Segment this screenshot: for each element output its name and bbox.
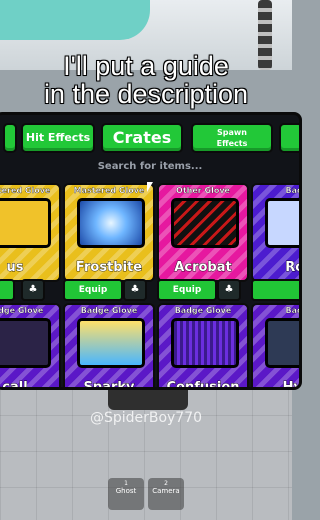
glove-image xyxy=(0,318,51,368)
glove-type: Mastered Glove xyxy=(73,186,145,195)
hud-key: 1 xyxy=(124,480,128,487)
acrobat-image xyxy=(171,198,239,248)
glove-type: Other Glove xyxy=(176,186,230,195)
hud-key: 2 xyxy=(164,480,168,487)
equip-label: Equip xyxy=(172,285,202,295)
equip-button[interactable] xyxy=(0,279,15,301)
category-tabs: Hit Effects Crates Spawn Effects xyxy=(0,123,299,153)
glove-type: Badg xyxy=(285,186,299,195)
search-placeholder: Search for items... xyxy=(97,161,203,172)
tab-effects-label: Effects xyxy=(216,139,248,148)
frostbite-image xyxy=(77,198,145,248)
search-input[interactable]: Search for items... xyxy=(7,161,293,177)
sparky-image xyxy=(77,318,145,368)
badge-icon[interactable]: ♣ xyxy=(123,279,147,301)
roj-image xyxy=(265,198,299,248)
hyb-image xyxy=(265,318,299,368)
glove-card[interactable]: Badge Glove call xyxy=(0,303,61,390)
tab-hit-effects[interactable]: Hit Effects xyxy=(21,123,95,153)
equip-button-roj[interactable] xyxy=(251,279,299,301)
equip-button-frostbite[interactable]: Equip xyxy=(63,279,123,301)
glove-name: Confusion xyxy=(166,380,240,390)
hud-ghost-button[interactable]: 1 Ghost xyxy=(108,478,144,510)
glove-type: Badge Glove xyxy=(80,306,138,315)
glove-card[interactable]: Mastered Glove us xyxy=(0,183,61,282)
hud-label: Ghost xyxy=(115,487,137,495)
tab-partial-right[interactable] xyxy=(279,123,299,153)
glove-name: us xyxy=(6,260,24,276)
glove-type: Badge Glove xyxy=(0,306,44,315)
glove-type: Badg xyxy=(285,306,299,315)
caption-line-2: in the description xyxy=(43,79,249,109)
glove-name: Sparky xyxy=(83,380,135,390)
tab-partial[interactable] xyxy=(3,123,17,153)
tab-crates-label: Crates xyxy=(112,128,172,147)
mouse-cursor-icon xyxy=(147,182,153,192)
glove-name: call xyxy=(2,380,28,390)
glove-name: Frostbite xyxy=(75,260,143,276)
caption-line-1: I'll put a guide xyxy=(63,51,230,81)
glove-image xyxy=(0,198,51,248)
tab-spawn-label: Spawn xyxy=(217,128,247,137)
glove-card-confusion[interactable]: Badge Glove Confusion xyxy=(157,303,249,390)
equip-label: Equip xyxy=(78,285,108,295)
inventory-panel: Hit Effects Crates Spawn Effects Search … xyxy=(0,112,302,390)
watermark: @SpiderBoy770 xyxy=(89,410,203,426)
glove-card-hyb[interactable]: Badg Hyb xyxy=(251,303,302,390)
tab-spawn-effects[interactable]: Spawn Effects xyxy=(191,123,273,153)
equip-button-acrobat[interactable]: Equip xyxy=(157,279,217,301)
badge-icon[interactable]: ♣ xyxy=(21,279,45,301)
tab-crates[interactable]: Crates xyxy=(101,123,183,153)
hud-label: Camera xyxy=(152,487,180,495)
video-caption: I'll put a guide in the description xyxy=(0,51,292,109)
teal-structure xyxy=(0,0,150,40)
hud-camera-button[interactable]: 2 Camera xyxy=(148,478,184,510)
glove-type: Badge Glove xyxy=(174,306,232,315)
glove-name: Acrobat xyxy=(174,260,232,276)
glove-name: Roj xyxy=(285,260,299,276)
badge-icon[interactable]: ♣ xyxy=(217,279,241,301)
glove-card-acrobat[interactable]: Other Glove Acrobat xyxy=(157,183,249,282)
confusion-image xyxy=(171,318,239,368)
glove-card-frostbite[interactable]: Mastered Glove Frostbite xyxy=(63,183,155,282)
tab-hit-effects-label: Hit Effects xyxy=(25,131,91,144)
glove-card-sparky[interactable]: Badge Glove Sparky xyxy=(63,303,155,390)
glove-card-roj[interactable]: Badg Roj xyxy=(251,183,299,282)
glove-name: Hyb xyxy=(282,380,302,390)
glove-type: Mastered Glove xyxy=(0,186,51,195)
